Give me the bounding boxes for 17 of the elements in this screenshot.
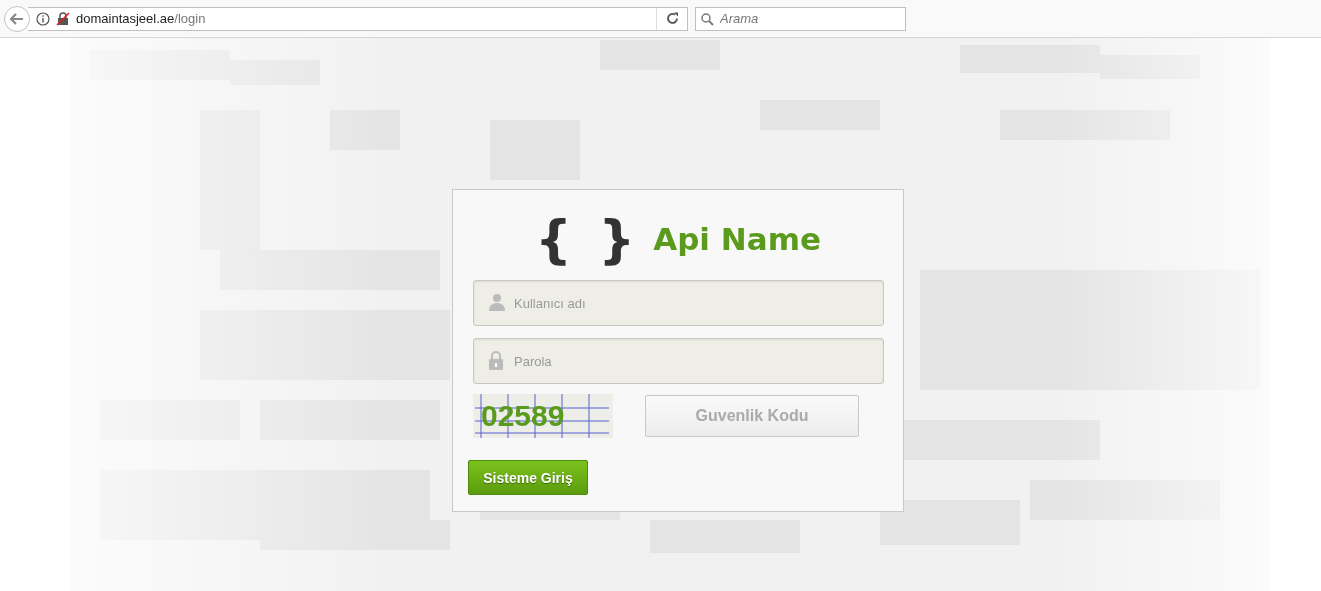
- user-icon: [488, 293, 506, 311]
- app-title: Api Name: [653, 221, 821, 257]
- logo-mark: { }: [535, 213, 640, 265]
- address-bar[interactable]: domaintasjeel.ae/login: [28, 6, 688, 31]
- search-icon: [701, 12, 714, 26]
- username-field[interactable]: Kullanıcı adı: [473, 280, 884, 326]
- info-icon: [36, 11, 50, 26]
- url-text: domaintasjeel.ae/login: [76, 11, 207, 26]
- password-field[interactable]: Parola: [473, 338, 884, 384]
- reload-icon: [665, 12, 679, 25]
- back-button[interactable]: [4, 5, 30, 32]
- search-field[interactable]: Arama: [695, 6, 906, 31]
- captcha-code: 02589: [481, 399, 565, 433]
- security-code-field[interactable]: Guvenlik Kodu: [645, 395, 859, 437]
- padlock-icon: [488, 351, 504, 370]
- insecure-lock-icon: [56, 11, 70, 26]
- back-arrow-icon: [10, 12, 24, 25]
